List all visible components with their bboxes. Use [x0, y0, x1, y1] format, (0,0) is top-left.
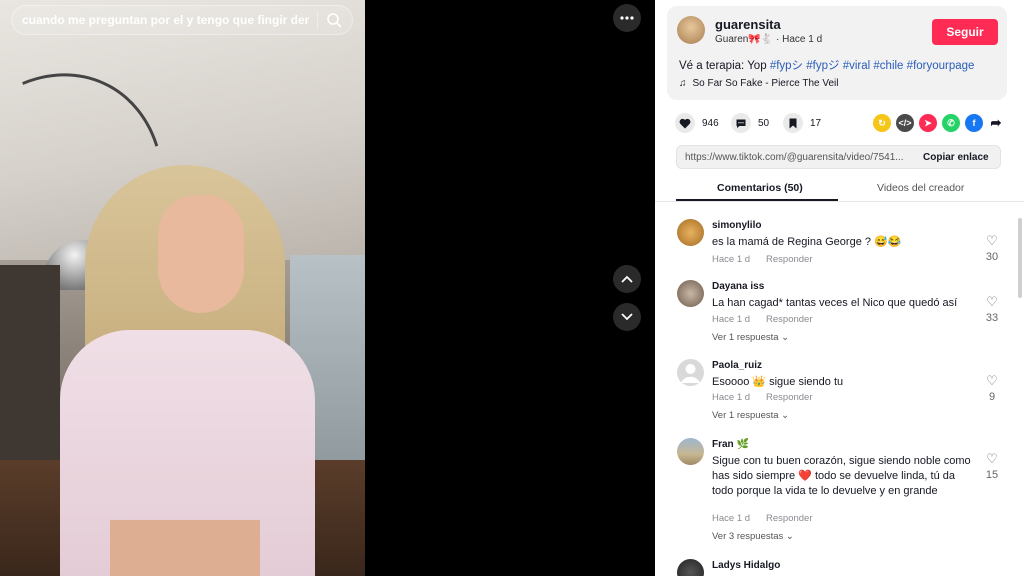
comment-username[interactable]: Ladys Hidalgo	[712, 560, 780, 571]
bookmark-icon	[783, 113, 803, 133]
comment-meta: Hace 1 d Responder	[712, 513, 813, 524]
heart-outline-icon: ♡	[986, 233, 998, 248]
copy-link-button[interactable]: Copiar enlace	[913, 152, 989, 163]
view-replies-button[interactable]: Ver 1 respuesta ⌄	[712, 332, 789, 343]
comment-meta: Hace 1 d Responder	[712, 254, 813, 265]
music-note-icon: ♫	[679, 78, 687, 89]
heart-outline-icon: ♡	[986, 294, 998, 309]
save-action[interactable]: 17	[783, 112, 821, 134]
hashtag-link[interactable]: #fypジ	[806, 60, 839, 72]
caption-text: Vé a terapia: Yop	[679, 60, 767, 72]
ellipsis-icon	[620, 16, 634, 20]
action-bar: 946 50 17 ↻ </> ➤ ✆ f ➦	[675, 112, 1015, 134]
whatsapp-icon[interactable]: ✆	[942, 114, 960, 132]
video-subject-face	[158, 195, 244, 313]
comment-like[interactable]: ♡ 9	[983, 373, 1001, 404]
save-count: 17	[810, 117, 822, 129]
heart-outline-icon: ♡	[986, 451, 998, 466]
post-caption: Vé a terapia: Yop #fypシ #fypジ #viral #ch…	[679, 57, 974, 73]
next-video-button[interactable]	[613, 303, 641, 331]
author-username[interactable]: guarensita	[715, 17, 781, 32]
comment-text: Sigue con tu buen corazón, sigue siendo …	[712, 455, 971, 497]
avatar[interactable]	[677, 219, 704, 246]
avatar[interactable]	[677, 359, 704, 386]
hashtag-link[interactable]: #viral	[843, 60, 870, 72]
search-input[interactable]: cuando me preguntan por el y tengo que f…	[22, 13, 309, 27]
comment-like-count: 9	[988, 391, 996, 403]
comment-username[interactable]: Fran 🌿	[712, 439, 749, 450]
avatar[interactable]	[677, 438, 704, 465]
comment-time: Hace 1 d	[712, 392, 751, 403]
like-action[interactable]: 946	[675, 112, 719, 134]
follow-button[interactable]: Seguir	[932, 19, 998, 45]
heart-outline-icon: ♡	[986, 373, 998, 388]
comment-like-count: 33	[985, 312, 999, 324]
video-link-box: https://www.tiktok.com/@guarensita/video…	[676, 145, 1001, 169]
comment-username[interactable]: Paola_ruiz	[712, 360, 762, 371]
comment-time: Hace 1 d	[712, 254, 751, 265]
music-link[interactable]: ♫ So Far So Fake - Pierce The Veil	[679, 78, 839, 89]
comment-like-count: 15	[985, 469, 999, 481]
comment-username[interactable]: Dayana iss	[712, 281, 764, 292]
like-count: 946	[702, 117, 719, 129]
active-tab-indicator	[676, 199, 838, 201]
post-info-card: guarensita Guaren🎀🐇 · Hace 1 d Seguir Vé…	[667, 6, 1007, 100]
hashtag-link[interactable]: #foryourpage	[907, 60, 975, 72]
reply-button[interactable]: Responder	[766, 254, 812, 265]
comment-text: es la mamá de Regina George ? 😅😂	[712, 236, 902, 248]
comment-like[interactable]: ♡ 15	[983, 451, 1001, 482]
video-link-field[interactable]: https://www.tiktok.com/@guarensita/video…	[677, 152, 913, 163]
view-replies-button[interactable]: Ver 3 respuestas ⌄	[712, 531, 794, 542]
facebook-icon[interactable]: f	[965, 114, 983, 132]
comment-username[interactable]: simonylilo	[712, 220, 761, 231]
reply-button[interactable]: Responder	[766, 513, 812, 524]
comment-time: Hace 1 d	[712, 513, 751, 524]
comment-text: Esoooo 👑 sigue siendo tu	[712, 376, 844, 388]
repost-icon[interactable]: ↻	[873, 114, 891, 132]
video-player[interactable]: cuando me preguntan por el y tengo que f…	[0, 0, 365, 576]
send-icon[interactable]: ➤	[919, 114, 937, 132]
avatar[interactable]	[677, 280, 704, 307]
scrollbar[interactable]	[1018, 218, 1022, 298]
search-icon[interactable]	[326, 12, 342, 28]
search-bar[interactable]: cuando me preguntan por el y tengo que f…	[11, 5, 353, 35]
author-meta: Guaren🎀🐇 · Hace 1 d	[715, 34, 823, 45]
share-arrow-icon[interactable]: ➦	[987, 114, 1005, 132]
comment-meta: Hace 1 d Responder	[712, 392, 813, 403]
tab-creator-videos[interactable]: Videos del creador	[877, 182, 964, 194]
avatar[interactable]	[677, 16, 705, 44]
comment-time: Hace 1 d	[712, 314, 751, 325]
heart-icon	[675, 113, 695, 133]
tab-bar: Comentarios (50) Videos del creador	[655, 178, 1024, 202]
hashtag-link[interactable]: #chile	[873, 60, 903, 72]
tab-comments[interactable]: Comentarios (50)	[717, 182, 803, 194]
details-panel: guarensita Guaren🎀🐇 · Hace 1 d Seguir Vé…	[655, 0, 1024, 576]
avatar[interactable]	[677, 559, 704, 576]
comment-like-count: 30	[985, 251, 999, 263]
comment-like[interactable]: ♡ 33	[983, 294, 1001, 325]
chevron-up-icon	[621, 275, 633, 283]
view-replies-button[interactable]: Ver 1 respuesta ⌄	[712, 410, 789, 421]
comment-action[interactable]: 50	[731, 112, 769, 134]
embed-icon[interactable]: </>	[896, 114, 914, 132]
comment-meta: Hace 1 d Responder	[712, 314, 813, 325]
previous-video-button[interactable]	[613, 265, 641, 293]
hashtag-link[interactable]: #fypシ	[770, 60, 803, 72]
comment-count: 50	[758, 117, 770, 129]
more-options-button[interactable]	[613, 4, 641, 32]
music-title: So Far So Fake - Pierce The Veil	[692, 78, 839, 89]
comment-text: La han cagad* tantas veces el Nico que q…	[712, 297, 958, 309]
default-avatar-icon	[681, 364, 700, 383]
reply-button[interactable]: Responder	[766, 392, 812, 403]
chevron-down-icon	[621, 313, 633, 321]
comment-like[interactable]: ♡ 30	[983, 233, 1001, 264]
comment-icon	[731, 113, 751, 133]
reply-button[interactable]: Responder	[766, 314, 812, 325]
tiktok-video-page: cuando me preguntan por el y tengo que f…	[0, 0, 1024, 576]
